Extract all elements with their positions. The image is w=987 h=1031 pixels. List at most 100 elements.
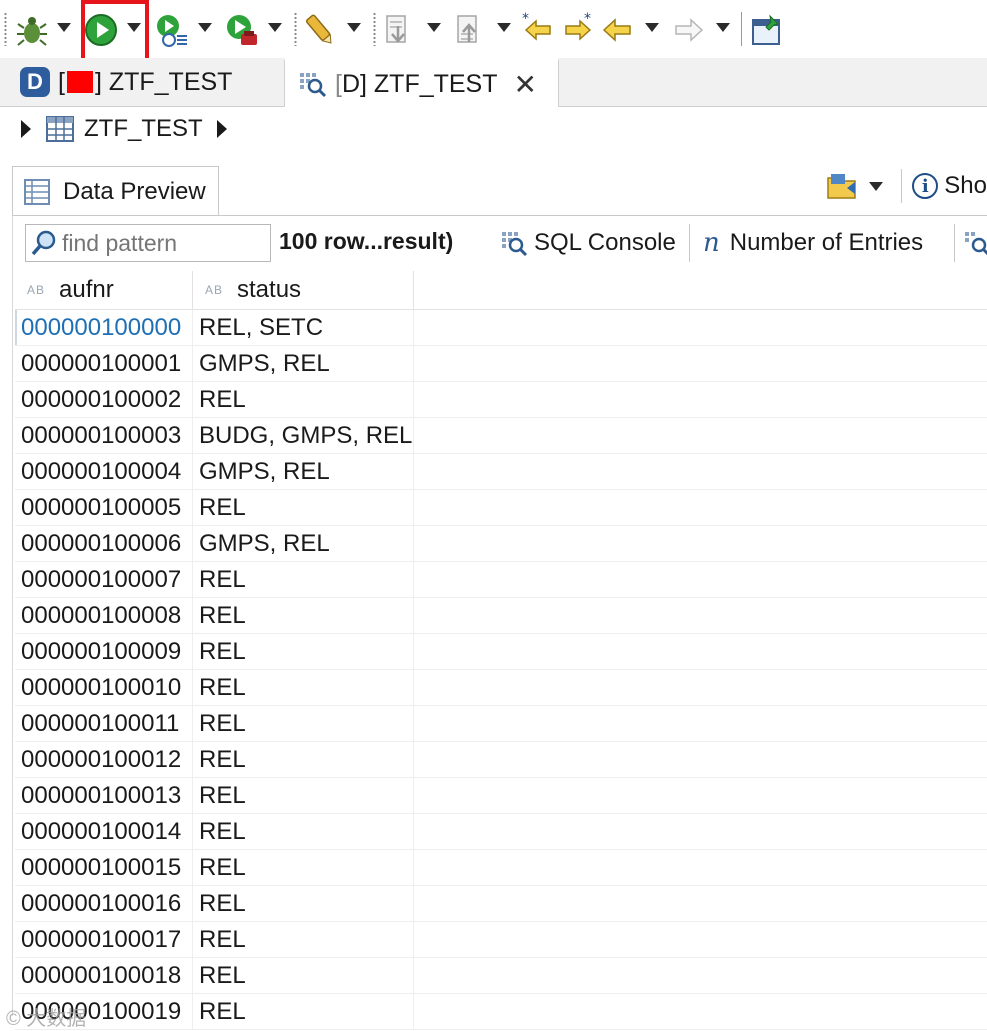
export-folder-icon[interactable] [825,170,859,202]
find-pattern-field[interactable] [25,224,271,262]
table-row[interactable]: 000000100006 GMPS, REL [15,526,987,562]
cell-status[interactable]: REL [193,706,414,741]
cell-aufnr[interactable]: 000000100011 [15,706,193,741]
info-icon[interactable]: i [912,173,939,199]
cell-status[interactable]: REL [193,814,414,849]
cell-aufnr[interactable]: 000000100009 [15,634,193,669]
debug-dropdown-chevron-icon[interactable] [57,23,71,32]
table-row[interactable]: 000000100018 REL [15,958,987,994]
run-history-dropdown-chevron-icon[interactable] [198,23,212,32]
cell-aufnr[interactable]: 000000100008 [15,598,193,633]
next-annotation-icon[interactable] [381,12,415,48]
cell-status[interactable]: REL [193,382,414,417]
previous-annotation-dropdown-chevron-icon[interactable] [497,23,511,32]
cell-status[interactable]: GMPS, REL [193,346,414,381]
debug-icon[interactable] [15,12,49,48]
table-row[interactable]: 000000100012 REL [15,742,987,778]
cell-aufnr[interactable]: 000000100013 [15,778,193,813]
export-dropdown-chevron-icon[interactable] [869,181,884,191]
cell-status[interactable]: REL [193,886,414,921]
show-log-button[interactable]: Sho [944,172,987,200]
table-row[interactable]: 000000100000 REL, SETC [15,310,987,346]
cell-status[interactable]: REL [193,670,414,705]
cell-status[interactable]: REL [193,562,414,597]
back-dropdown-chevron-icon[interactable] [645,23,659,32]
table-row[interactable]: 000000100009 REL [15,634,987,670]
breadcrumb-expand-icon[interactable] [21,120,31,138]
table-row[interactable]: 000000100013 REL [15,778,987,814]
column-header-aufnr[interactable]: AB aufnr [15,271,193,309]
pin-editor-icon[interactable] [750,12,784,48]
cell-aufnr[interactable]: 000000100000 [15,310,193,345]
number-of-entries-button[interactable]: n Number of Entries [703,224,923,262]
more-actions-button[interactable] [963,224,987,262]
cell-aufnr[interactable]: 000000100018 [15,958,193,993]
table-row[interactable]: 000000100005 REL [15,490,987,526]
tab-ztf-test-data-preview[interactable]: [ D] ZTF_TEST ✕ [284,58,559,107]
cell-status[interactable]: REL [193,922,414,957]
breadcrumb-next-icon[interactable] [216,120,227,138]
table-row[interactable]: 000000100003 BUDG, GMPS, REL [15,418,987,454]
cell-status[interactable]: REL [193,598,414,633]
table-row[interactable]: 000000100017 REL [15,922,987,958]
cell-aufnr[interactable]: 000000100007 [15,562,193,597]
cell-aufnr[interactable]: 000000100004 [15,454,193,489]
table-row[interactable]: 000000100004 GMPS, REL [15,454,987,490]
cell-status[interactable]: REL [193,994,414,1029]
table-row[interactable]: 000000100001 GMPS, REL [15,346,987,382]
toolbar-grip[interactable] [4,12,7,46]
cell-status[interactable]: GMPS, REL [193,526,414,561]
table-row[interactable]: 000000100007 REL [15,562,987,598]
cell-aufnr[interactable]: 000000100012 [15,742,193,777]
cell-aufnr[interactable]: 000000100017 [15,922,193,957]
search-input[interactable] [60,228,264,258]
table-row[interactable]: 000000100015 REL [15,850,987,886]
table-row[interactable]: 000000100014 REL [15,814,987,850]
toolbar-grip-2[interactable] [294,12,297,46]
cell-status[interactable]: REL [193,634,414,669]
cell-aufnr[interactable]: 000000100015 [15,850,193,885]
last-edit-location-icon[interactable]: * [522,12,556,48]
tab-prefix: [ [58,67,65,96]
sql-console-button[interactable]: SQL Console [500,224,676,262]
external-tool-dropdown-chevron-icon[interactable] [268,23,282,32]
previous-annotation-icon[interactable] [452,12,486,48]
tab-ztf-test-definition[interactable]: D [ ] ZTF_TEST [20,58,282,106]
forward-edit-location-icon[interactable]: * [560,12,594,48]
cell-status[interactable]: BUDG, GMPS, REL [193,418,414,453]
cell-aufnr[interactable]: 000000100010 [15,670,193,705]
run-history-icon[interactable] [155,12,189,48]
cell-aufnr[interactable]: 000000100016 [15,886,193,921]
cell-aufnr[interactable]: 000000100001 [15,346,193,381]
next-annotation-dropdown-chevron-icon[interactable] [427,23,441,32]
toolbar-grip-3[interactable] [373,12,376,46]
cell-status[interactable]: REL [193,742,414,777]
tab-data-preview[interactable]: Data Preview [12,166,219,216]
close-icon[interactable]: ✕ [514,68,537,101]
table-row[interactable]: 000000100002 REL [15,382,987,418]
cell-aufnr[interactable]: 000000100005 [15,490,193,525]
cell-status[interactable]: REL [193,490,414,525]
cell-aufnr[interactable]: 000000100006 [15,526,193,561]
marker-dropdown-chevron-icon[interactable] [347,23,361,32]
marker-pen-icon[interactable] [303,12,337,48]
table-row[interactable]: 000000100016 REL [15,886,987,922]
back-arrow-icon[interactable] [600,12,634,48]
cell-status[interactable]: REL [193,958,414,993]
table-row[interactable]: 000000100011 REL [15,706,987,742]
forward-dropdown-chevron-icon[interactable] [716,23,730,32]
column-header-status[interactable]: AB status [193,271,414,309]
breadcrumb-item[interactable]: ZTF_TEST [84,115,203,143]
table-row[interactable]: 000000100008 REL [15,598,987,634]
forward-arrow-icon[interactable] [672,12,706,48]
cell-status[interactable]: REL [193,778,414,813]
cell-aufnr[interactable]: 000000100014 [15,814,193,849]
table-row[interactable]: 000000100010 REL [15,670,987,706]
cell-status[interactable]: REL, SETC [193,310,414,345]
cell-aufnr[interactable]: 000000100003 [15,418,193,453]
run-external-tool-icon[interactable] [225,12,259,48]
cell-aufnr[interactable]: 000000100002 [15,382,193,417]
cell-status[interactable]: GMPS, REL [193,454,414,489]
cell-status[interactable]: REL [193,850,414,885]
table-row[interactable]: 000000100019 REL [15,994,987,1030]
